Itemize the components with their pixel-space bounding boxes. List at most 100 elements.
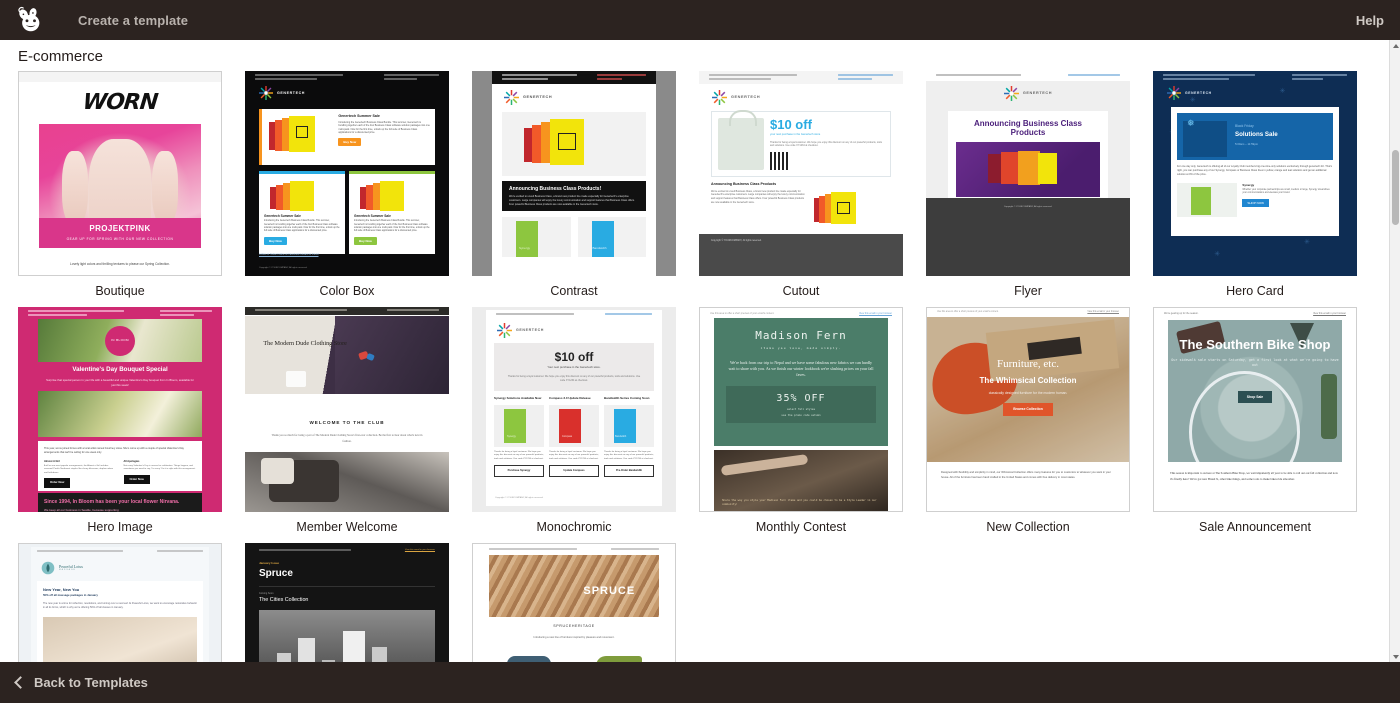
brand-name: Furniture, etc.	[927, 357, 1129, 372]
offer-amount: $10 off	[770, 118, 884, 131]
template-thumbnail[interactable]: GENERTECH $10 off your next purchase in …	[699, 71, 903, 276]
browse-collection-button[interactable]: Browse Collection	[1003, 403, 1053, 416]
section-heading: E-commerce	[0, 40, 1389, 71]
template-thumbnail[interactable]: Use this area to offer a short preview o…	[926, 307, 1130, 512]
mailchimp-logo[interactable]	[0, 0, 60, 40]
brand-name: GENERTECH	[516, 328, 544, 333]
template-thumbnail[interactable]: IN BLOOM Valentine's Day Bouquet Special…	[18, 307, 222, 512]
preheader	[1153, 71, 1357, 84]
template-label: Contrast	[472, 276, 676, 307]
template-label: Flyer	[926, 276, 1130, 307]
product-row: Synergy Whether your corporate partnersh…	[1177, 183, 1333, 217]
column-2: All Apologies Not every Valentine's Day …	[124, 460, 197, 488]
preheader-right[interactable]: View this email in your browser	[1064, 311, 1119, 314]
product-tile: Bandwidth	[578, 217, 647, 257]
template-card-sale-announcement[interactable]: We're gearing up for the season. View th…	[1153, 307, 1357, 543]
hero-photo: SPRUCE	[489, 555, 659, 617]
template-label: Hero Image	[18, 512, 222, 543]
hero-photo: PROJEKTPINK GEAR UP FOR SPRING WITH OUR …	[39, 124, 201, 248]
card-title: Genertech Summer Sale	[264, 214, 340, 218]
template-card-flyer[interactable]: GENERTECH Announcing Business Class Prod…	[926, 71, 1130, 307]
scroll-up-button[interactable]	[1390, 40, 1400, 51]
template-thumbnail[interactable]: SPRUCE SPRUCEHERITAGE Introducing a new …	[472, 543, 676, 662]
preheader	[492, 71, 656, 84]
back-to-templates-button[interactable]: Back to Templates	[16, 675, 148, 690]
offer-amount: 35% OFF	[726, 392, 876, 406]
purchase-button[interactable]: Purchase Synergy	[494, 465, 544, 477]
preheader-right[interactable]: View this email in your browser	[1284, 312, 1346, 315]
hero-photo-2	[38, 391, 202, 437]
card-body: Introducing the Genertech Business Class…	[264, 220, 340, 233]
preheader	[699, 71, 903, 84]
headline: The Cities Collection	[259, 597, 435, 604]
product-column-3: Bandwidth Series Coming Soon Bandwidth T…	[604, 397, 654, 477]
footer-text: Copyright © YOURCOMPANY, All rights rese…	[495, 497, 543, 500]
product-card-2: Genertech Summer Sale Introducing the Ge…	[259, 171, 345, 254]
template-thumbnail[interactable]: GENERTECH $10 off Your next purchase in …	[472, 307, 676, 512]
template-thumbnail[interactable]: Peaceful Lotus MASSAGE New Year, New You…	[18, 543, 222, 662]
template-card-spruce-heritage[interactable]: SPRUCE SPRUCEHERITAGE Introducing a new …	[472, 543, 676, 662]
order-now-button[interactable]: Order Now	[124, 475, 150, 485]
buy-now-button[interactable]: Buy Now	[338, 138, 361, 146]
lotus-icon	[41, 561, 55, 575]
template-thumbnail[interactable]: View this email in your browser January …	[245, 543, 449, 662]
starburst-icon	[504, 90, 519, 105]
template-card-boutique[interactable]: WORN PROJEKTPINK GEAR UP FOR SPRING WITH…	[18, 71, 222, 307]
preheader-right[interactable]: View this email in your browser	[837, 312, 892, 315]
template-label: Color Box	[245, 276, 449, 307]
vertical-scrollbar[interactable]	[1389, 40, 1400, 662]
template-thumbnail[interactable]: Use this area to offer a short preview o…	[699, 307, 903, 512]
update-button[interactable]: Update Compass	[549, 465, 599, 477]
headline-sub: Our sidewalk sale starts on Saturday, ge…	[1168, 358, 1342, 368]
brand-name: GENERTECH	[523, 95, 552, 100]
template-card-monochromic[interactable]: GENERTECH $10 off Your next purchase in …	[472, 307, 676, 543]
brand-badge: IN BLOOM	[105, 326, 135, 356]
template-card-new-collection[interactable]: Use this area to offer a short preview o…	[926, 307, 1130, 543]
template-label: Sale Announcement	[1153, 512, 1357, 543]
preorder-button[interactable]: Pre-Order Bandwidth	[604, 465, 654, 477]
product-name: Synergy	[519, 246, 530, 250]
template-thumbnail[interactable]: WORN PROJEKTPINK GEAR UP FOR SPRING WITH…	[18, 71, 222, 276]
brand-logo: GENERTECH	[486, 320, 662, 338]
product-tile: Synergy	[502, 217, 571, 257]
offer-amount: $10 off	[500, 351, 648, 363]
order-now-button[interactable]: Order Now	[44, 478, 70, 488]
scroll-down-button[interactable]	[1390, 651, 1400, 662]
hero-photo: Share the way you style your Madison Fer…	[714, 450, 888, 511]
card-title: Genertech Summer Sale	[354, 214, 430, 218]
preheader: We're gearing up for the season. View th…	[1154, 308, 1356, 318]
template-card-contrast[interactable]: GENERTECH Announcing Business Class Prod…	[472, 71, 676, 307]
headline: Announcing Business Class Products	[711, 182, 807, 186]
template-card-hero-card[interactable]: ✳ ✳ ✳ ✳ ✳ ✳ ✳	[1153, 71, 1357, 307]
product-card-3: Genertech Summer Sale Introducing the Ge…	[349, 171, 435, 254]
template-card-color-box[interactable]: GENERTECH Genertech Summer Sale	[245, 71, 449, 307]
template-card-member-welcome[interactable]: The Modern Dude Clothing Store WELCOME T…	[245, 307, 449, 543]
template-card-spruce[interactable]: View this email in your browser January …	[245, 543, 449, 662]
help-link[interactable]: Help	[1356, 13, 1384, 28]
shop-now-button[interactable]: SHOP NOW	[1242, 199, 1269, 207]
template-thumbnail[interactable]: The Modern Dude Clothing Store WELCOME T…	[245, 307, 449, 512]
product-name: Compass	[562, 435, 572, 438]
template-thumbnail[interactable]: GENERTECH Announcing Business Class Prod…	[472, 71, 676, 276]
template-thumbnail[interactable]: We're gearing up for the season. View th…	[1153, 307, 1357, 512]
buy-now-button[interactable]: Buy Now	[354, 237, 377, 245]
social-links[interactable]: Follow on Twitter Follow on Facebook For…	[259, 253, 318, 256]
scrollbar-thumb[interactable]	[1392, 150, 1399, 225]
kicker: Black Friday	[1235, 124, 1254, 129]
template-card-cutout[interactable]: GENERTECH $10 off your next purchase in …	[699, 71, 903, 307]
brand-logo: Peaceful Lotus MASSAGE	[31, 557, 209, 575]
buy-now-button[interactable]: Buy Now	[264, 237, 287, 245]
shop-sale-button[interactable]: Shop Sale	[1238, 391, 1272, 404]
preheader	[473, 544, 675, 552]
template-thumbnail[interactable]: GENERTECH Genertech Summer Sale	[245, 71, 449, 276]
preheader-right[interactable]: View this email in your browser	[386, 549, 435, 553]
chevron-left-icon	[14, 676, 27, 689]
template-card-peaceful-lotus[interactable]: Peaceful Lotus MASSAGE New Year, New You…	[18, 543, 222, 662]
template-thumbnail[interactable]: GENERTECH Announcing Business Class Prod…	[926, 71, 1130, 276]
hero-photo: The Southern Bike Shop Our sidewalk sale…	[1168, 320, 1342, 462]
template-thumbnail[interactable]: ✳ ✳ ✳ ✳ ✳ ✳ ✳	[1153, 71, 1357, 276]
template-gallery: E-commerce WORN PROJEKTPINK GEAR UP FOR …	[0, 40, 1389, 662]
template-card-hero-image[interactable]: IN BLOOM Valentine's Day Bouquet Special…	[18, 307, 222, 543]
template-card-monthly-contest[interactable]: Use this area to offer a short preview o…	[699, 307, 903, 543]
body-text: We're back from our trip to Nepal and we…	[728, 360, 874, 378]
